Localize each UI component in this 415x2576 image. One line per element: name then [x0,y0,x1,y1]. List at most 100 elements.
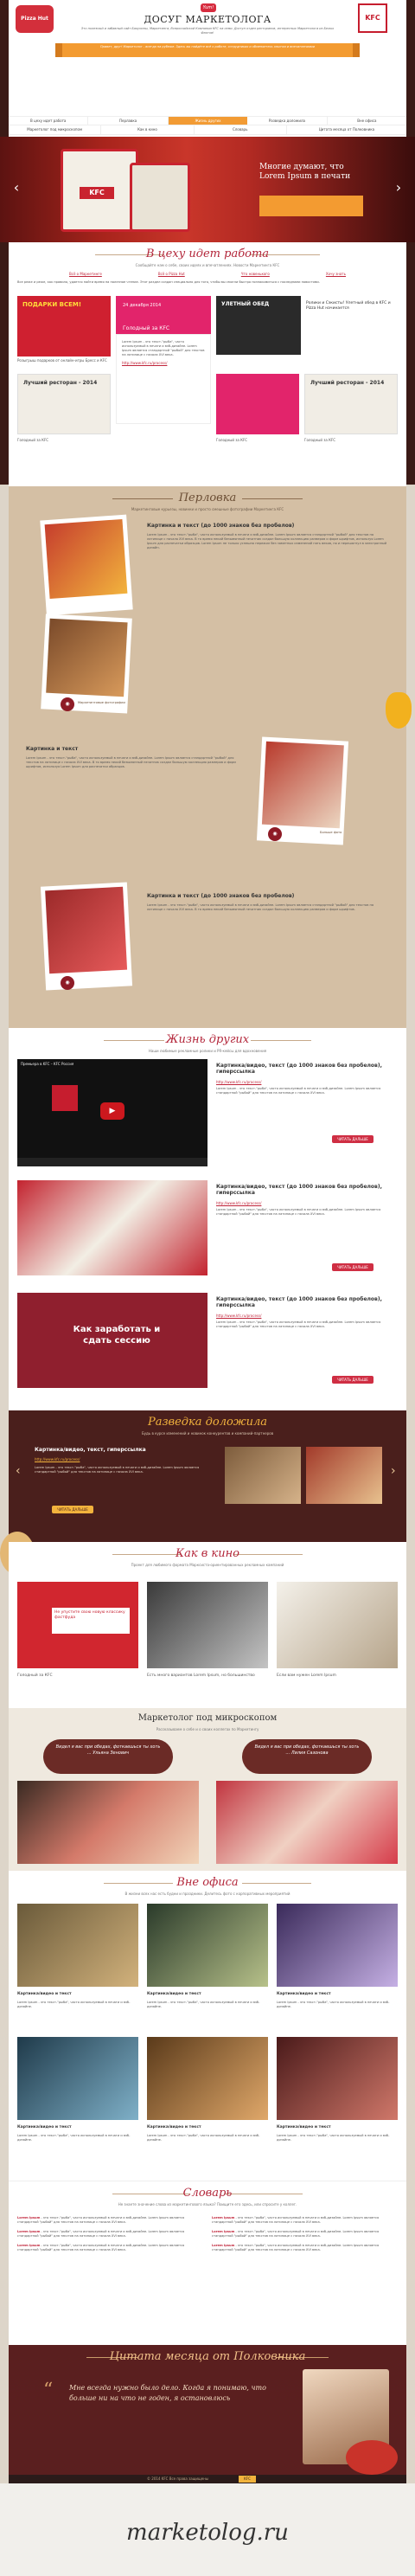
pepper-decoration [386,692,412,729]
nav-item-razvedka[interactable]: Разведка доложила [247,117,328,125]
s1-nav-4[interactable]: Хочу знать [326,272,346,276]
s2-item1-text: Lorem Ipsum - это текст-"рыба", часто ис… [147,533,387,549]
s6-photo-1[interactable] [17,1781,199,1864]
s2-item3-text: Lorem Ipsum - это текст-"рыба", часто ис… [147,903,374,911]
s2-polaroid-3[interactable] [40,882,133,991]
banner-ribbon-left [55,43,62,57]
s7-item-5-title[interactable]: Картинка/видео и текст [147,2125,268,2130]
s7-photo-1[interactable] [17,1904,138,1987]
s5-caption-2[interactable]: Есть много вариантов Lorem Ipsum, но бол… [147,1673,268,1678]
s4-prev-arrow-icon[interactable]: ‹ [16,1462,24,1480]
s3-video-player[interactable]: Премьера в KFC – KFC Россия ▶ [17,1059,208,1166]
section-sub-mikroskop: Рассказываем о себе и о своих коллегах п… [156,1727,259,1731]
s5-caption-1[interactable]: Голодный за КFC [17,1673,138,1678]
yum-logo[interactable]: Yum! [201,3,216,12]
footer-badge[interactable]: KFC [239,2476,256,2483]
s3-item1-heading: Картинка/видео, текст (до 1000 знаков бе… [216,1063,382,1075]
s3-item1-link[interactable]: http://www.kfc.ru/process/ [216,1080,398,1084]
s1-card2-link[interactable]: http://www.kfc.ru/process/ [122,361,205,365]
s3-item2-image[interactable] [17,1180,208,1275]
s5-poster-1[interactable]: Не упустите свою новую классику фастфуда [17,1582,138,1668]
nav-item-zhizn-drugih[interactable]: Жизнь других [168,117,248,125]
s1-card3-caption[interactable]: Ролики и Сэкисты! Улетный обед в KFC и P… [306,301,393,312]
s7-photo-5[interactable] [147,2037,268,2120]
s1-card4-image[interactable]: Лучший ресторан - 2014 [17,374,111,434]
s7-photo-2[interactable] [147,1904,268,1987]
glossary-entry-4: Lorem Ipsum - это текст-"рыба", часто ис… [212,2216,398,2225]
s3-item2-link[interactable]: http://www.kfc.ru/process/ [216,1201,398,1205]
s3-item3-image[interactable]: Как заработать и сдать сессию [17,1293,208,1388]
section-title-v-cehu: В цеху идет работа [145,247,270,260]
s2-polaroid-1b[interactable] [41,613,132,714]
s3-banner-text: Как заработать и сдать сессию [73,1325,161,1346]
s1-nav-1[interactable]: Всё о Маркетинге [69,272,102,276]
s1-card2-body: Lorem Ipsum - это текст-"рыба", часто ис… [122,340,205,357]
s1-card4-caption[interactable]: Голодный за КFC [17,438,111,442]
s1-card5-image[interactable] [216,374,299,434]
s2-polaroid-1[interactable] [40,514,133,616]
s1-nav-3[interactable]: Что новенького [241,272,270,276]
hero-prev-arrow-icon[interactable]: ‹ [10,178,22,197]
s7-photo-3[interactable] [277,1904,398,1987]
s7-item-4-title[interactable]: Картинка/видео и текст [17,2125,138,2130]
s4-read-more[interactable]: Читать дальше [52,1506,93,1513]
s3-item1-read-more[interactable]: Читать дальше [332,1135,374,1143]
s3-item3-read-more[interactable]: Читать дальше [332,1376,374,1384]
s2-more[interactable]: Больше фото [320,831,389,835]
s1-card6-image[interactable]: Лучший ресторан - 2014 [304,374,398,434]
s1-card6-promo: Лучший ресторан - 2014 [310,380,385,386]
welcome-banner: Привет, друг! Маркетолог - всегда на руб… [61,43,354,57]
s1-card5-caption[interactable]: Голодный за КFC [216,438,299,442]
s3-video-controls[interactable] [17,1158,208,1166]
s1-card6-caption[interactable]: Голодный за КFC [304,438,398,442]
s1-card2-title: Голодный за КFC [123,325,170,331]
main-nav: В цеху идет работа Перлавка Жизнь других… [9,116,406,137]
s7-item-3-title[interactable]: Картинка/видео и текст [277,1992,398,1996]
s2-photo-label[interactable]: Маркетинговые фотографии [78,701,147,705]
s4-photo-2[interactable] [306,1447,382,1504]
nav-item-mikroskop[interactable]: Маркетолог под микроскопом [9,125,102,134]
s7-item-1-title[interactable]: Картинка/видео и текст [17,1992,138,1996]
s6-photo-2[interactable] [216,1781,398,1864]
s7-item-6-title[interactable]: Картинка/видео и текст [277,2125,398,2130]
section-title-kino: Как в кино [176,1547,239,1560]
section-title-vne-ofisa: Вне офиса [176,1876,239,1889]
s7-photo-4[interactable] [17,2037,138,2120]
s4-next-arrow-icon[interactable]: › [391,1462,399,1480]
nav-item-slovar[interactable]: Словарь [195,125,287,134]
glossary-term-2: Lorem Ipsum [17,2230,41,2233]
s4-item-heading: Картинка/видео, текст, гиперссылка [35,1447,146,1453]
s5-poster-2[interactable] [147,1582,268,1668]
play-icon[interactable]: ▶ [100,1102,124,1120]
s2-item2-heading: Картинка и текст [26,746,79,752]
nav-item-v-cehu[interactable]: В цеху идет работа [9,117,89,125]
s1-card1-caption[interactable]: Розыгрыш подарков от онлайн-игры Бресс и… [17,358,111,363]
s5-poster-3[interactable] [277,1582,398,1668]
s7-item-5-text: Lorem Ipsum - это текст-"рыба", часто ис… [147,2134,260,2142]
glossary-term-5: Lorem Ipsum [212,2230,235,2233]
nav-item-citata[interactable]: Цитата месяца от Полковника [287,125,406,134]
s4-item-link[interactable]: http://www.kfc.ru/process/ [35,1457,208,1461]
nav-item-perlovka[interactable]: Перлавка [88,117,169,125]
s1-card3-image[interactable]: УЛЕТНЫЙ ОБЕД [216,296,301,355]
glossary-term-6: Lorem Ipsum [212,2244,235,2247]
s2-item3-heading: Картинка и текст (до 1000 знаков без про… [147,893,295,899]
nav-item-kak-v-kino[interactable]: Как в кино [101,125,195,134]
s1-card1-image[interactable]: ПОДАРКИ ВСЕМ! [17,296,111,357]
section-sub-slovar: Не знаете значение слова из маркетингово… [118,2202,297,2207]
s3-item3-text: Lorem Ipsum - это текст-"рыба", часто ис… [216,1320,381,1328]
s1-nav-2[interactable]: Всё о Pizza Hut [158,272,185,276]
pizzahut-logo[interactable]: Pizza Hut [16,5,54,33]
s4-item-text: Lorem Ipsum - это текст-"рыба", часто ис… [35,1466,200,1474]
s7-item-2-title[interactable]: Картинка/видео и текст [147,1992,268,1996]
hero-next-arrow-icon[interactable]: › [393,178,405,197]
s1-intro: Все реже и реже, как правило, удается на… [17,280,320,284]
s3-item2-read-more[interactable]: Читать дальше [332,1263,374,1271]
kfc-logo[interactable]: KFC [358,3,387,33]
s4-photo-1[interactable] [225,1447,301,1504]
s5-caption-3[interactable]: Если вам нужен Lorem Ipsum [277,1673,398,1678]
s7-photo-6[interactable] [277,2037,398,2120]
footer-copyright: © 2014 KFC Все права защищены [147,2476,209,2481]
nav-item-vne-ofisa[interactable]: Вне офиса [328,117,406,125]
s3-item3-link[interactable]: http://www.kfc.ru/process/ [216,1314,398,1318]
